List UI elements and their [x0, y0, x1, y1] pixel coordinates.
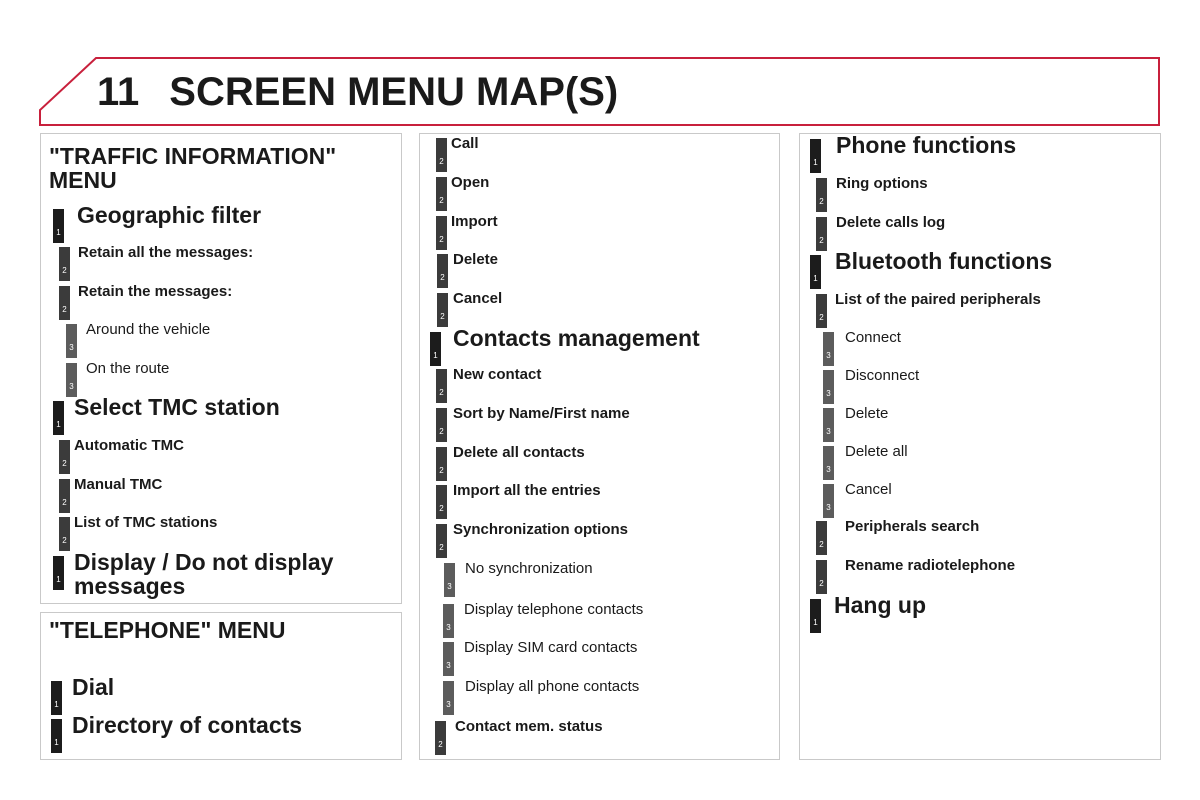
menu-item-label: Delete [453, 251, 499, 268]
menu-item-label: Retain the messages: [78, 283, 233, 300]
menu-item-label: Hang up [834, 592, 926, 618]
traffic-menu-heading: "TRAFFIC INFORMATION" MENU [49, 144, 336, 192]
level-2-badge: 2 [436, 369, 447, 403]
level-2-badge: 2 [436, 177, 447, 211]
menu-item-label: Automatic TMC [74, 437, 184, 454]
traffic-menu-heading-line1: "TRAFFIC INFORMATION" [49, 143, 337, 169]
menu-item-label: Contact mem. status [455, 718, 603, 735]
menu-item-label: Phone functions [836, 132, 1017, 158]
level-2-badge: 2 [816, 294, 827, 328]
menu-item-label: Display / Do not display messages [74, 550, 333, 598]
menu-item-label: Cancel [453, 290, 503, 307]
level-2-badge: 2 [59, 517, 70, 551]
level-1-badge: 1 [51, 719, 62, 753]
menu-item-label: Delete [845, 405, 889, 422]
level-2-badge: 2 [816, 178, 827, 212]
functions-panel: 1 Phone functions 2 Ring options 2 Delet… [799, 133, 1161, 760]
traffic-menu-panel: "TRAFFIC INFORMATION" MENU 1 Geographic … [40, 133, 402, 604]
menu-item-label: Display telephone contacts [464, 601, 644, 618]
level-1-badge: 1 [810, 599, 821, 633]
chapter-number: 11 [97, 70, 140, 114]
level-2-badge: 2 [436, 138, 447, 172]
menu-item-label: Connect [845, 329, 901, 346]
menu-item-label: Cancel [845, 481, 892, 498]
menu-item-label: Display SIM card contacts [464, 639, 638, 656]
menu-item-label: Retain all the messages: [78, 244, 254, 261]
level-1-badge: 1 [53, 401, 64, 435]
menu-item-label: Geographic filter [77, 202, 262, 228]
level-1-badge: 1 [53, 209, 64, 243]
menu-item-label: List of the paired peripherals [835, 291, 1041, 308]
menu-item-label: Dial [72, 674, 115, 700]
menu-item-label: Around the vehicle [86, 321, 211, 338]
menu-item-label: Disconnect [845, 367, 920, 384]
telephone-menu-panel: "TELEPHONE" MENU 1 Dial 1 Directory of c… [40, 612, 402, 760]
traffic-menu-heading-line2: MENU [49, 167, 117, 193]
level-3-badge: 3 [443, 681, 454, 715]
level-3-badge: 3 [823, 408, 834, 442]
level-3-badge: 3 [443, 604, 454, 638]
menu-item-label: New contact [453, 366, 542, 383]
level-2-badge: 2 [59, 440, 70, 474]
level-3-badge: 3 [823, 332, 834, 366]
level-2-badge: 2 [437, 254, 448, 288]
level-2-badge: 2 [59, 286, 70, 320]
menu-item-label: Contacts management [453, 325, 700, 351]
menu-item-label: Import [451, 213, 498, 230]
level-3-badge: 3 [66, 324, 77, 358]
menu-item-label: Sort by Name/First name [453, 405, 630, 422]
menu-item-label: Open [451, 174, 490, 191]
page-title: 11 SCREEN MENU MAP(S) [97, 66, 618, 118]
chapter-title: SCREEN MENU MAP(S) [169, 70, 619, 114]
level-2-badge: 2 [437, 293, 448, 327]
level-2-badge: 2 [816, 217, 827, 251]
telephone-menu-heading: "TELEPHONE" MENU [49, 617, 286, 643]
level-1-badge: 1 [51, 681, 62, 715]
level-2-badge: 2 [436, 447, 447, 481]
menu-item-label: Directory of contacts [72, 712, 303, 738]
menu-item-label: List of TMC stations [74, 514, 218, 531]
level-1-badge: 1 [53, 556, 64, 590]
menu-item-label-line2: messages [74, 573, 186, 599]
menu-item-label: On the route [86, 360, 170, 377]
menu-item-label: Synchronization options [453, 521, 628, 538]
level-3-badge: 3 [443, 642, 454, 676]
level-3-badge: 3 [823, 370, 834, 404]
menu-item-label: Select TMC station [74, 394, 280, 420]
level-2-badge: 2 [436, 408, 447, 442]
level-3-badge: 3 [444, 563, 455, 597]
level-3-badge: 3 [66, 363, 77, 397]
menu-item-label: Rename radiotelephone [845, 557, 1016, 574]
menu-item-label: No synchronization [465, 560, 593, 577]
level-2-badge: 2 [435, 721, 446, 755]
directory-panel: 2 Call 2 Open 2 Import 2 Delete 2 Cancel… [419, 133, 780, 760]
level-1-badge: 1 [430, 332, 441, 366]
menu-item-label: Delete calls log [836, 214, 946, 231]
level-1-badge: 1 [810, 255, 821, 289]
level-3-badge: 3 [823, 446, 834, 480]
level-2-badge: 2 [816, 560, 827, 594]
menu-item-label: Ring options [836, 175, 928, 192]
level-2-badge: 2 [59, 247, 70, 281]
menu-item-label: Manual TMC [74, 476, 163, 493]
menu-item-label: Bluetooth functions [835, 248, 1053, 274]
menu-item-label-line1: Display / Do not display [74, 549, 334, 575]
level-2-badge: 2 [436, 216, 447, 250]
menu-item-label: Import all the entries [453, 482, 601, 499]
menu-item-label: Peripherals search [845, 518, 980, 535]
menu-item-label: Call [451, 135, 479, 152]
level-2-badge: 2 [436, 524, 447, 558]
menu-item-label: Display all phone contacts [465, 678, 640, 695]
menu-item-label: Delete all [845, 443, 908, 460]
level-1-badge: 1 [810, 139, 821, 173]
level-3-badge: 3 [823, 484, 834, 518]
level-2-badge: 2 [436, 485, 447, 519]
level-2-badge: 2 [816, 521, 827, 555]
level-2-badge: 2 [59, 479, 70, 513]
menu-item-label: Delete all contacts [453, 444, 585, 461]
